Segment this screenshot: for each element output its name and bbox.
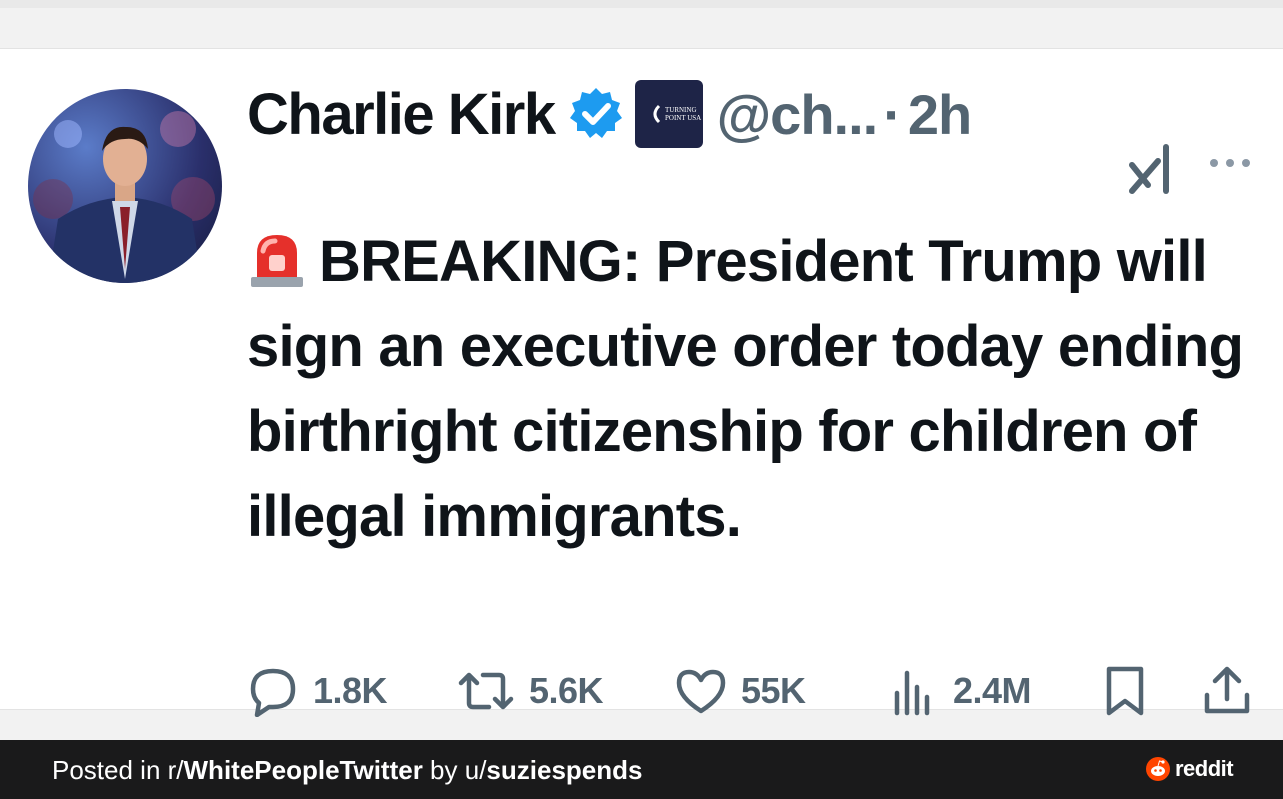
reply-button[interactable]: 1.8K [247, 659, 388, 723]
subreddit-link[interactable]: WhitePeopleTwitter [184, 755, 423, 785]
police-light-emoji-icon [247, 227, 307, 289]
grok-icon[interactable] [1128, 141, 1180, 197]
like-button[interactable]: 55K [675, 659, 806, 723]
action-bar: 1.8K 5.6K 55K 2.4M [247, 659, 1257, 723]
views-count: 2.4M [953, 670, 1032, 711]
like-count: 55K [741, 670, 806, 711]
reddit-footer: Posted in r/WhitePeopleTwitter by u/suzi… [0, 740, 1283, 799]
timestamp[interactable]: 2h [908, 82, 972, 147]
reply-count: 1.8K [313, 670, 388, 711]
affiliate-badge-icon[interactable]: TURNING POINT USA [634, 80, 703, 148]
more-options-icon[interactable] [1208, 153, 1252, 173]
retweet-icon [458, 672, 514, 710]
affiliate-badge-text: POINT USA [665, 114, 701, 122]
retweet-count: 5.6K [529, 670, 604, 711]
verified-badge-icon [567, 85, 625, 143]
tweet-body: BREAKING: President Trump will sign an e… [247, 229, 1244, 549]
reddit-snoo-icon [1146, 757, 1170, 781]
user-link[interactable]: suziespends [486, 755, 642, 785]
separator-dot: · [883, 82, 902, 146]
tweet-header: Charlie Kirk TURNING POINT USA @ch... · … [247, 79, 1257, 149]
avatar[interactable] [28, 89, 222, 283]
share-button[interactable] [1203, 659, 1251, 723]
reddit-logo[interactable]: reddit [1145, 756, 1234, 782]
avatar-photo [33, 111, 215, 283]
affiliate-badge-text: TURNING [665, 106, 697, 114]
tweet-card[interactable]: Charlie Kirk TURNING POINT USA @ch... · … [0, 48, 1283, 717]
handle[interactable]: @ch... [717, 82, 879, 147]
retweet-button[interactable]: 5.6K [457, 659, 604, 723]
bookmark-icon [1106, 666, 1144, 716]
views-chart-icon [894, 670, 930, 716]
top-band [0, 0, 1283, 8]
reddit-wordmark: reddit [1175, 756, 1234, 781]
reply-icon [250, 668, 296, 717]
views-button[interactable]: 2.4M [887, 659, 1032, 723]
display-name[interactable]: Charlie Kirk [247, 81, 556, 148]
posted-by: by u/ [422, 755, 487, 785]
bookmark-button[interactable] [1103, 659, 1147, 723]
share-icon [1204, 666, 1250, 714]
tweet-text: BREAKING: President Trump will sign an e… [247, 219, 1257, 559]
posted-prefix: Posted in r/ [52, 755, 184, 785]
posted-in-text: Posted in r/WhitePeopleTwitter by u/suzi… [52, 755, 642, 786]
heart-icon [676, 669, 726, 714]
